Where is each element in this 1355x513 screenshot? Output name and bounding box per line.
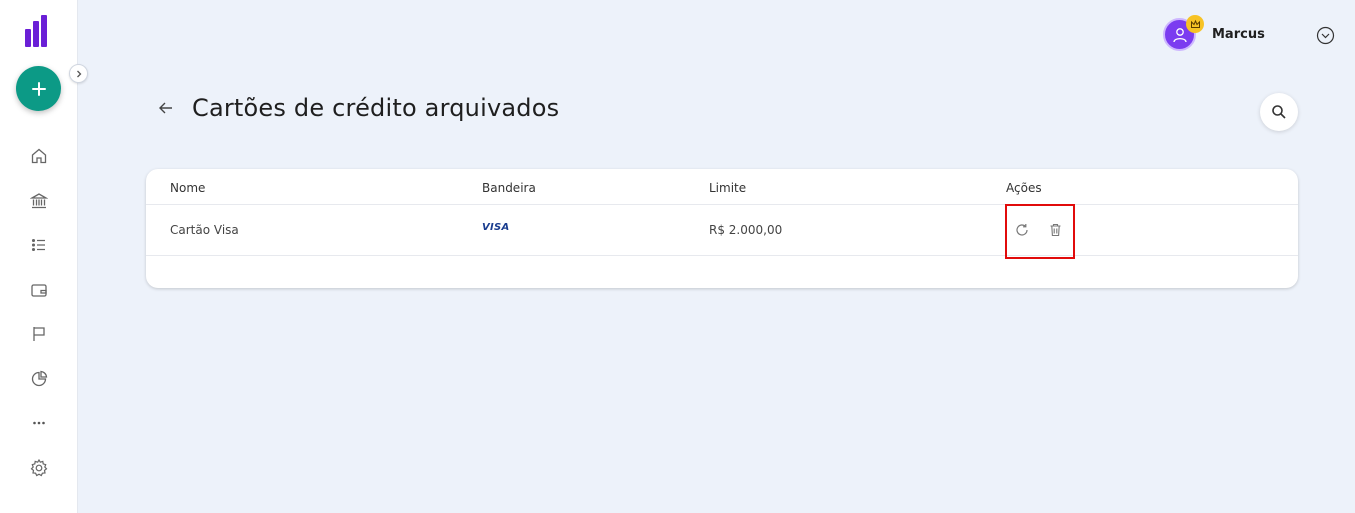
sidebar-item-more[interactable] (28, 412, 50, 434)
add-button[interactable] (16, 66, 61, 111)
visa-logo: VISA (482, 222, 510, 233)
chevron-right-icon (76, 70, 81, 77)
actions-highlight-box (1005, 204, 1075, 259)
pie-chart-icon (31, 370, 48, 387)
sidebar-item-settings[interactable] (28, 457, 50, 479)
wallet-icon (31, 284, 47, 297)
archived-cards-table: Nome Bandeira Limite Ações Cartão Visa V… (146, 169, 1298, 288)
column-header-bandeira: Bandeira (482, 181, 536, 195)
page-title: Cartões de crédito arquivados (192, 94, 560, 122)
flag-icon (33, 327, 45, 341)
user-profile[interactable]: Marcus (1163, 15, 1265, 51)
sidebar-item-transactions[interactable] (28, 234, 50, 256)
sidebar-item-goals[interactable] (28, 323, 50, 345)
more-icon (33, 421, 45, 425)
back-arrow-icon[interactable] (156, 98, 176, 118)
page-header: Cartões de crédito arquivados (156, 94, 559, 122)
list-icon (31, 238, 45, 252)
table-header: Nome Bandeira Limite Ações (146, 169, 1298, 205)
sidebar-item-accounts[interactable] (28, 190, 50, 212)
crown-icon (1190, 19, 1200, 28)
sidebar-item-cards[interactable] (28, 279, 50, 301)
bank-icon (30, 193, 48, 209)
chevron-down-circle-icon (1316, 26, 1335, 45)
avatar[interactable] (1163, 15, 1204, 51)
sidebar-collapse-button[interactable] (69, 64, 88, 83)
gear-icon (30, 458, 48, 477)
premium-badge (1186, 15, 1204, 33)
column-header-acoes: Ações (1006, 181, 1042, 195)
table-row: Cartão Visa VISA R$ 2.000,00 (146, 205, 1298, 256)
sidebar-item-home[interactable] (28, 145, 50, 167)
column-header-limite: Limite (709, 181, 747, 195)
card-name: Cartão Visa (170, 223, 239, 237)
card-limit: R$ 2.000,00 (709, 223, 783, 237)
user-name: Marcus (1212, 27, 1265, 42)
search-icon (1272, 105, 1286, 119)
user-menu-toggle[interactable] (1316, 26, 1335, 45)
app-logo[interactable] (25, 15, 53, 47)
home-icon (31, 148, 47, 164)
user-icon (1172, 27, 1187, 42)
search-button[interactable] (1260, 93, 1298, 131)
sidebar (0, 0, 78, 513)
sidebar-item-reports[interactable] (28, 368, 50, 390)
column-header-nome: Nome (170, 181, 206, 195)
plus-icon (31, 81, 46, 96)
